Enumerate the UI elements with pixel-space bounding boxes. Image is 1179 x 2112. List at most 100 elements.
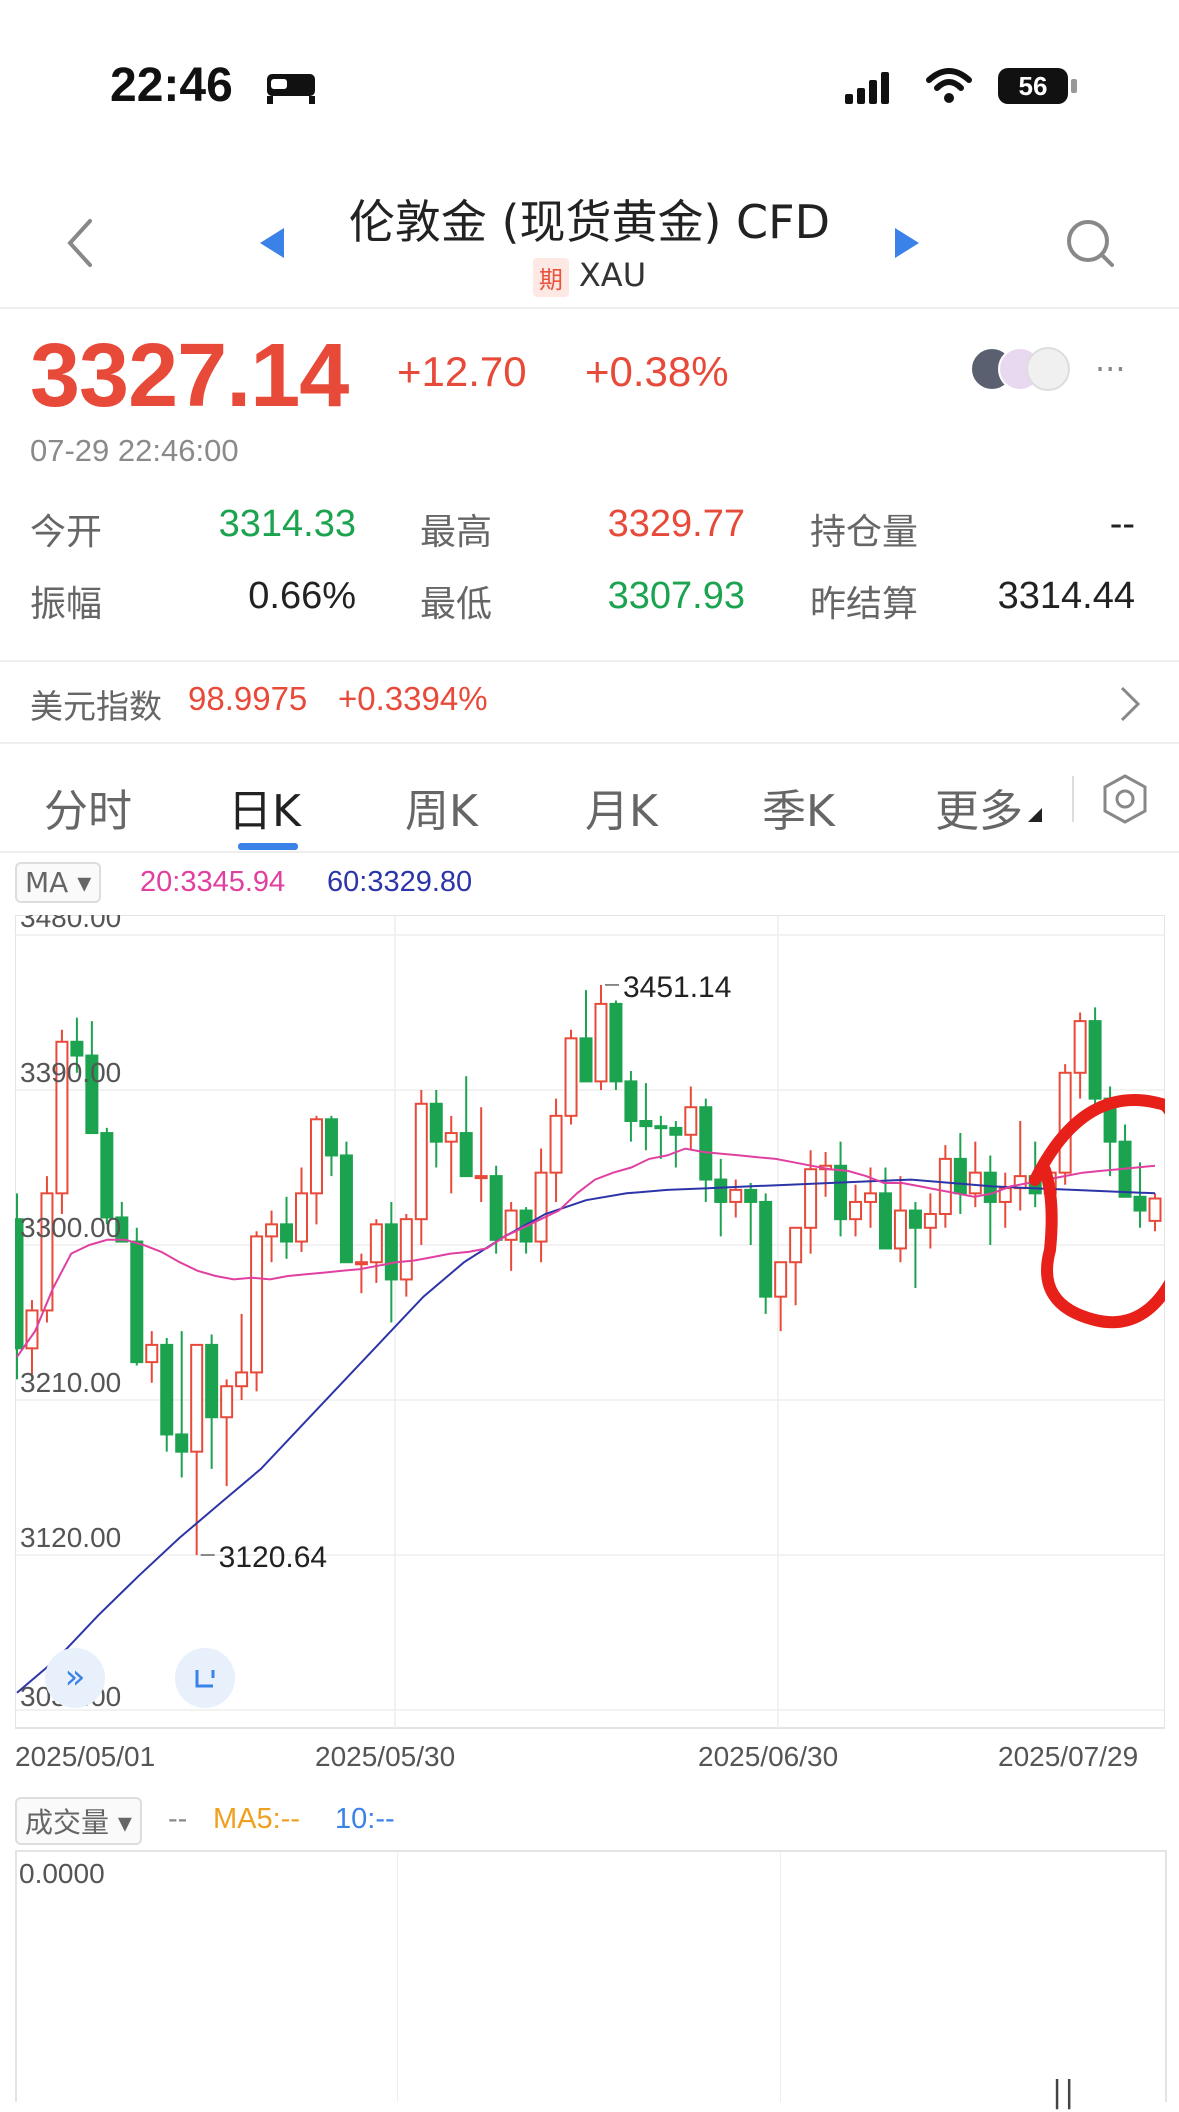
y-tick-label: 3210.00 [20,1367,121,1398]
instrument-symbol: XAU [578,256,647,294]
candle [789,1226,803,1306]
candle [849,1184,863,1237]
candle [324,1115,338,1177]
candle [474,1107,488,1202]
battery-icon: 56 [998,68,1068,104]
open-interest-value: -- [1109,503,1135,545]
ma-indicator-selector[interactable]: MA ▾ [15,862,102,903]
candle [295,1167,308,1252]
candle [130,1227,144,1366]
high-value: 3329.77 [607,503,745,545]
x-tick-label: 2025/05/30 [315,1741,456,1772]
candle [654,1115,668,1159]
candle [714,1158,728,1237]
y-tick-label: 3480.00 [20,915,121,933]
instrument-title: 伦敦金 (现货黄金) CFD [348,195,831,249]
tab-monthly-k[interactable]: 月K [585,775,658,839]
x-tick-label: 2025/06/30 [698,1741,839,1772]
candle [444,1115,458,1194]
amplitude-label: 振幅 [30,584,103,625]
candle [549,1098,563,1202]
candle [579,990,593,1083]
volume-ma10: 10:-- [335,1803,395,1835]
futures-tag: 期 [532,257,569,297]
candle [1133,1162,1147,1228]
search-icon[interactable] [1065,218,1117,274]
candle [669,1121,683,1168]
candle [729,1179,743,1218]
instrument-subtitle: 期 XAU [0,256,1179,297]
more-options-icon[interactable]: ··· [1095,350,1126,388]
candle [160,1338,174,1452]
candle [100,1127,114,1225]
low-label: 最低 [420,584,493,625]
candle [1088,1007,1102,1116]
candle [923,1193,937,1249]
low-value: 3307.93 [607,575,745,617]
dollar-index-change: +0.3394% [338,680,488,717]
tab-daily-k[interactable]: 日K [228,775,301,839]
candlestick-chart[interactable]: 3480.003390.003300.003210.003120.003030.… [15,915,1165,1730]
candle [893,1176,907,1263]
dollar-index-label: 美元指数 [30,687,162,726]
fullscreen-icon[interactable] [175,1648,235,1708]
open-label: 今开 [30,512,103,553]
volume-chart: 0.0000 [15,1850,1167,2102]
candle [205,1334,219,1469]
volume-grid-line [780,1852,781,2102]
section-gap [0,742,1179,744]
candle [774,1261,788,1332]
header-divider [0,307,1179,309]
candle [953,1133,967,1214]
y-tick-label: 3120.00 [20,1522,121,1553]
ma20-legend: 20:3345.94 [140,866,286,898]
volume-axis-label: 0.0000 [19,1858,105,1889]
collapse-chevron-icon[interactable]: » [45,1648,105,1708]
candle [250,1231,264,1392]
candle [1118,1124,1132,1198]
battery-level: 56 [1018,71,1048,101]
candle [594,984,608,1090]
cellular-signal-icon [845,72,891,108]
user-avatars[interactable] [970,345,1080,391]
high-label: 最高 [420,512,493,553]
candle [280,1196,294,1259]
candle [744,1183,758,1245]
volume-grid-line [397,1852,398,2102]
tab-more[interactable]: 更多 [935,775,1023,839]
tab-weekly-k[interactable]: 周K [405,775,478,839]
tabs-divider [0,851,1179,853]
candle [1013,1121,1027,1211]
candle [684,1086,698,1151]
y-tick-label: 3300.00 [20,1212,121,1243]
next-instrument-button[interactable] [893,226,921,264]
dollar-index-row[interactable]: 美元指数 98.9975 +0.3394% [0,662,1179,742]
prev-settle-value: 3314.44 [997,575,1135,617]
candle [938,1145,952,1228]
candle [699,1098,713,1202]
candle [354,1253,368,1294]
tab-active-indicator [238,843,298,850]
tab-intraday[interactable]: 分时 [44,775,132,839]
volume-indicator-selector[interactable]: 成交量 ▾ [15,1797,142,1845]
max-price-label: 3451.14 [623,971,731,1004]
candle [519,1207,533,1254]
settings-icon[interactable] [1100,773,1150,825]
tab-quarterly-k[interactable]: 季K [762,775,835,839]
battery-cap [1071,79,1077,93]
candle [399,1214,413,1297]
x-tick-label: 2025/05/01 [15,1741,156,1772]
candle [609,1000,623,1090]
candle [983,1155,997,1245]
volume-ma5: MA5:-- [213,1803,300,1835]
price-change-pct: +0.38% [585,348,729,395]
candle [429,1090,443,1168]
home-indicator-icon: || [1052,2075,1077,2110]
candle [504,1201,518,1271]
x-tick-label: 2025/07/29 [998,1741,1139,1772]
candle [459,1076,473,1178]
candle [998,1172,1012,1228]
candle [834,1141,848,1237]
candle [235,1313,249,1400]
y-tick-label: 3390.00 [20,1057,121,1088]
